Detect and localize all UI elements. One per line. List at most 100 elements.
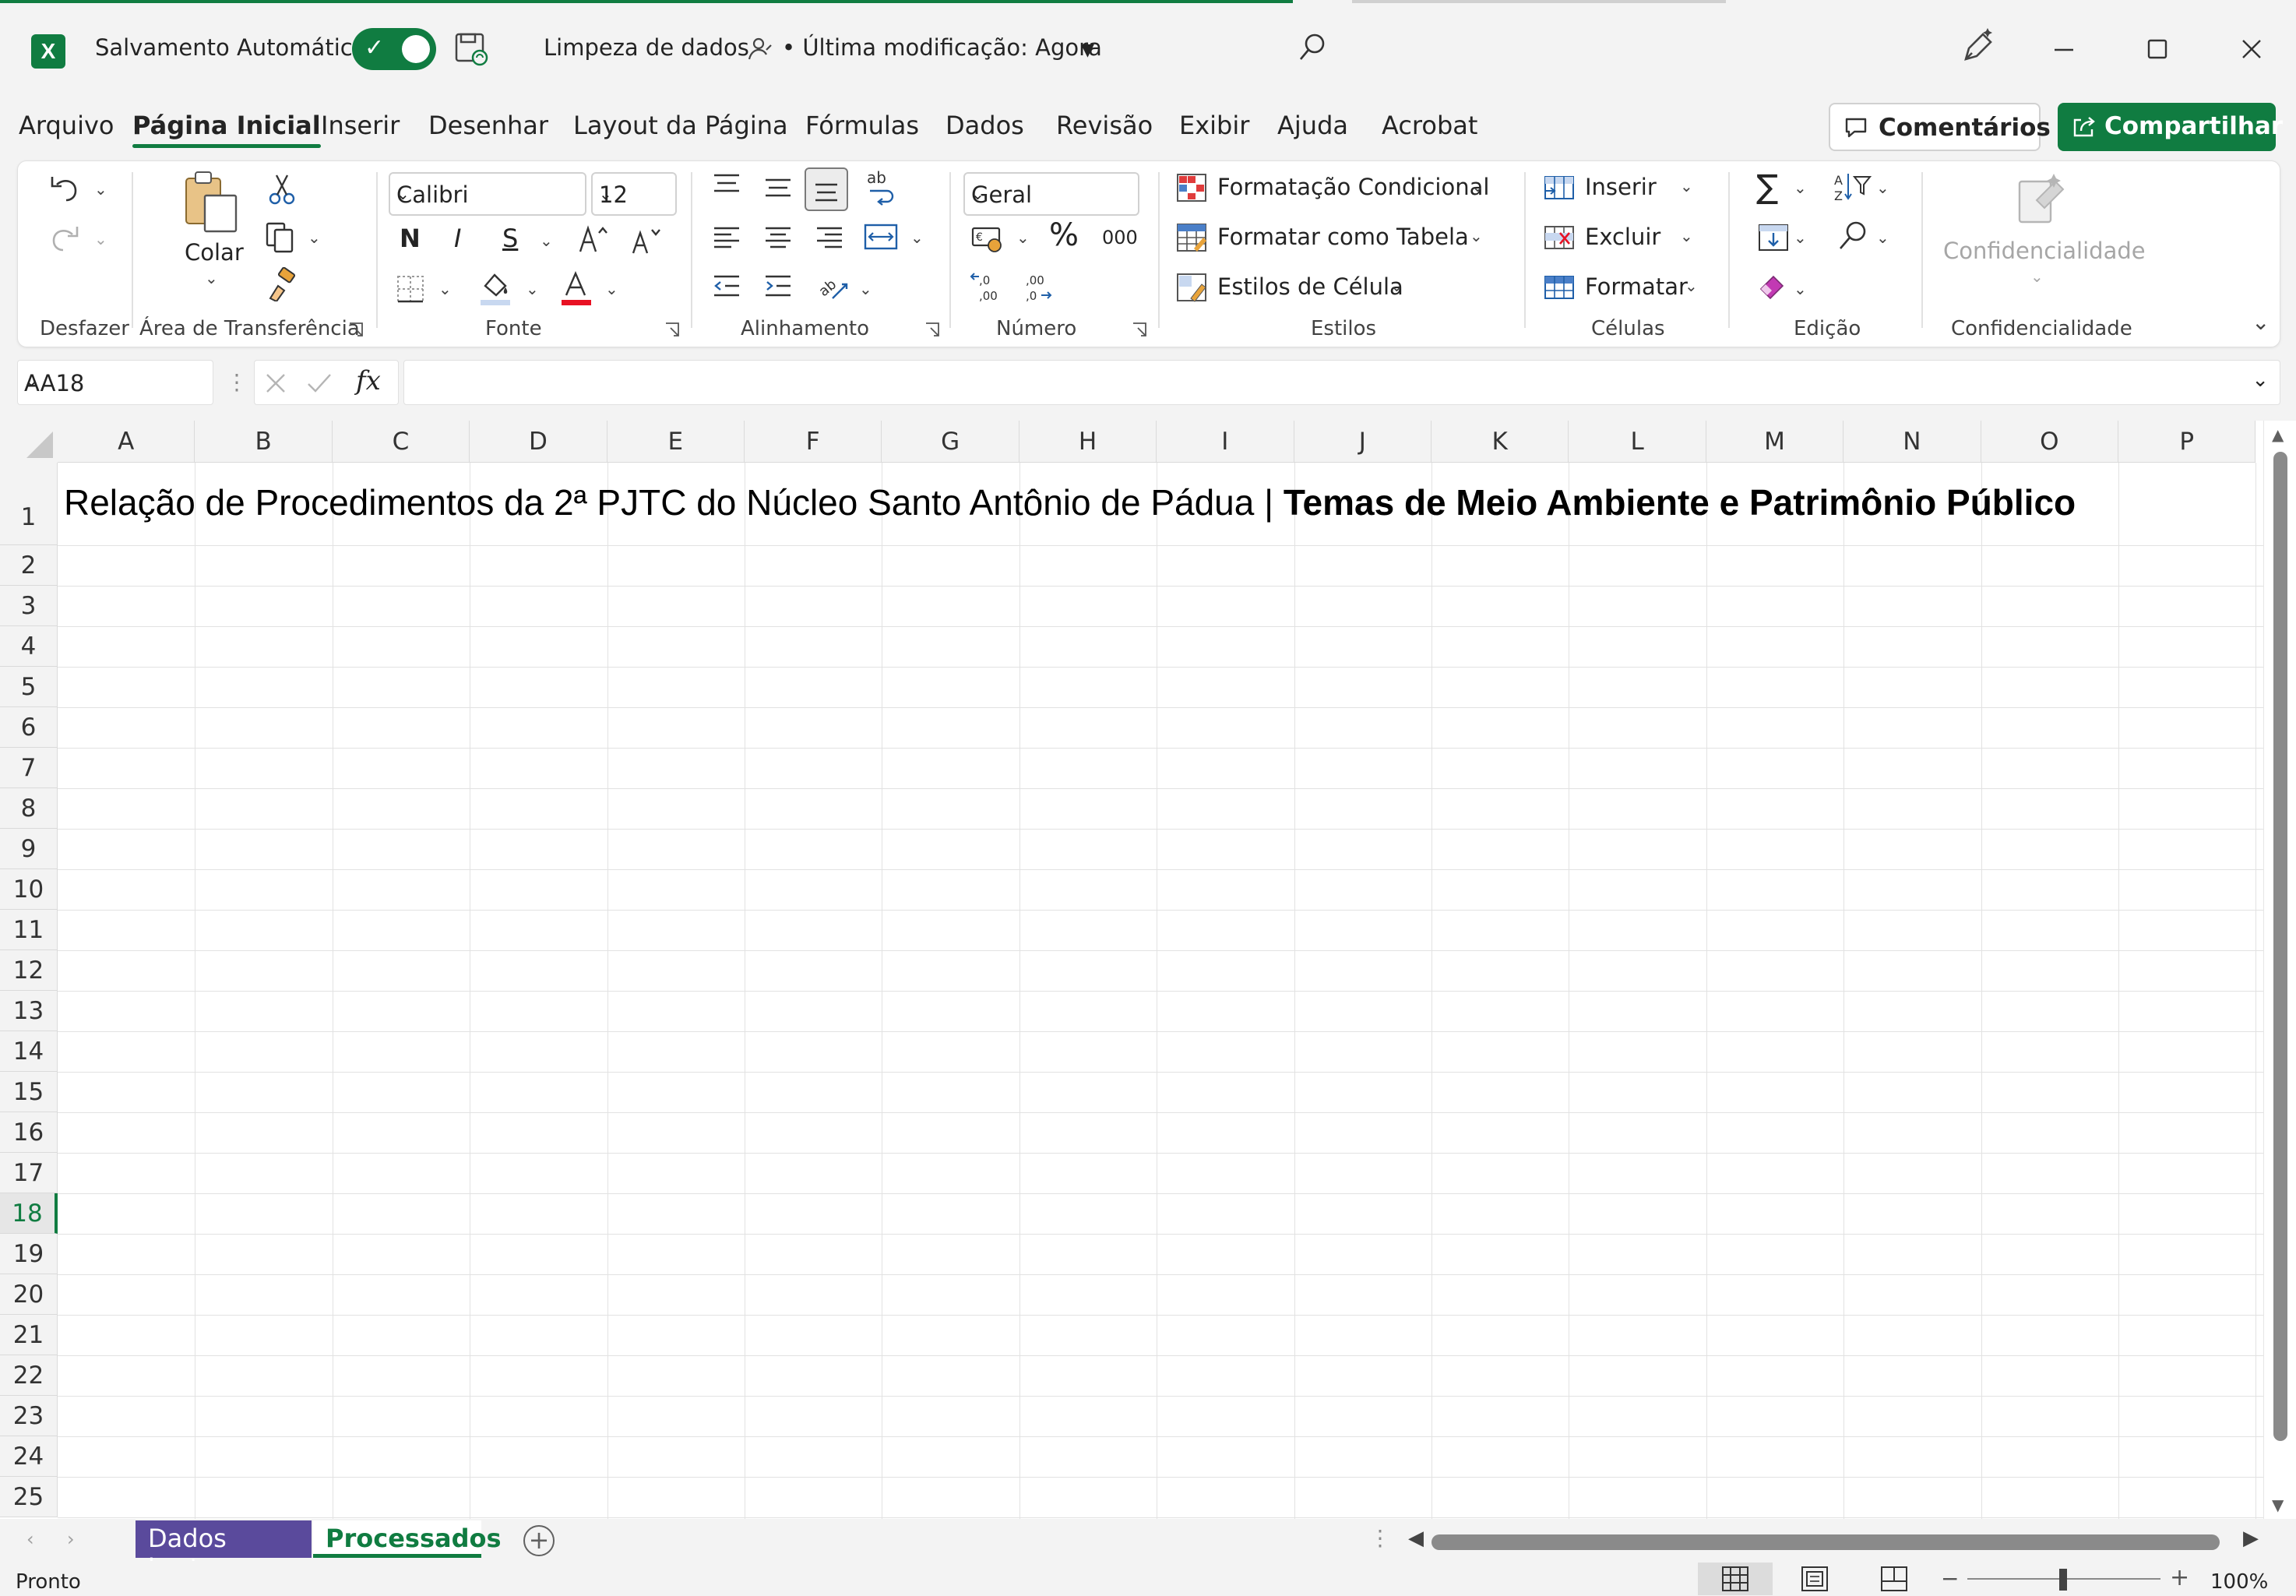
increase-font-size-icon[interactable] <box>577 222 611 256</box>
row-header[interactable]: 5 <box>0 667 58 707</box>
column-header[interactable]: A <box>58 421 195 463</box>
accounting-format-icon[interactable]: € <box>970 224 1007 255</box>
search-icon[interactable] <box>1296 30 1330 64</box>
italic-button[interactable]: I <box>454 224 461 253</box>
conditional-formatting-button[interactable]: Formatação Condicional <box>1217 174 1489 200</box>
decrease-indent-icon[interactable] <box>710 269 744 303</box>
row-header[interactable]: 11 <box>0 910 58 950</box>
column-header[interactable]: I <box>1157 421 1294 463</box>
decrease-decimal-icon[interactable]: ,00 ,0 <box>1018 269 1055 306</box>
column-header[interactable]: B <box>195 421 333 463</box>
tab-exibir[interactable]: Exibir <box>1179 111 1249 140</box>
align-center-icon[interactable] <box>761 220 795 255</box>
row-header[interactable]: 20 <box>0 1274 58 1315</box>
row-header[interactable]: 18 <box>0 1193 58 1234</box>
expand-formula-bar-icon[interactable]: ⌄ <box>2252 368 2269 392</box>
number-format-select[interactable]: Geral ⌄ <box>963 172 1139 216</box>
conditional-formatting-dropdown-icon[interactable]: ⌄ <box>1471 177 1484 196</box>
align-left-icon[interactable] <box>710 220 744 255</box>
name-box[interactable]: AA18 ⌄ <box>17 360 213 405</box>
row-header[interactable]: 4 <box>0 626 58 667</box>
insert-cells-dropdown-icon[interactable]: ⌄ <box>1680 177 1693 196</box>
sort-filter-dropdown-icon[interactable]: ⌄ <box>1876 178 1889 197</box>
fill-color-icon[interactable] <box>477 269 513 306</box>
column-header[interactable]: J <box>1294 421 1431 463</box>
row-header[interactable]: 3 <box>0 586 58 626</box>
column-header[interactable]: E <box>607 421 745 463</box>
caret-down-icon[interactable]: ▼ <box>1081 41 1094 60</box>
row-header[interactable]: 24 <box>0 1436 58 1477</box>
delete-cells-dropdown-icon[interactable]: ⌄ <box>1680 227 1693 245</box>
format-cells-button[interactable]: Formatar <box>1585 273 1688 300</box>
undo-icon[interactable] <box>48 172 82 206</box>
next-sheet-icon[interactable]: › <box>67 1528 75 1550</box>
alignment-dialog-launcher-icon[interactable] <box>924 322 940 337</box>
merge-dropdown-icon[interactable]: ⌄ <box>910 228 924 247</box>
increase-decimal-icon[interactable]: ,0 ,00 <box>968 269 1005 306</box>
column-header[interactable]: L <box>1569 421 1706 463</box>
vertical-scroll-thumb[interactable] <box>2273 452 2287 1441</box>
find-select-icon[interactable] <box>1836 219 1870 253</box>
format-painter-icon[interactable] <box>264 267 298 301</box>
formula-input[interactable]: ⌄ <box>403 360 2280 405</box>
tab-desenhar[interactable]: Desenhar <box>428 111 548 140</box>
column-header[interactable]: M <box>1706 421 1844 463</box>
row-header[interactable]: 25 <box>0 1477 58 1517</box>
wrap-text-icon[interactable]: ab <box>864 167 900 206</box>
copy-dropdown-icon[interactable]: ⌄ <box>308 228 321 247</box>
delete-cells-button[interactable]: Excluir <box>1585 224 1660 250</box>
orientation-dropdown-icon[interactable]: ⌄ <box>859 280 872 298</box>
autosave-toggle[interactable]: ✓ <box>352 28 436 70</box>
row-header[interactable]: 12 <box>0 950 58 991</box>
find-select-dropdown-icon[interactable]: ⌄ <box>1876 228 1889 247</box>
row-header[interactable]: 10 <box>0 869 58 910</box>
format-as-table-icon[interactable] <box>1175 222 1208 253</box>
column-header[interactable]: F <box>745 421 882 463</box>
normal-view-button[interactable] <box>1698 1563 1773 1595</box>
tab-pagina-inicial[interactable]: Página Inicial <box>132 111 321 148</box>
paste-dropdown-icon[interactable]: ⌄ <box>205 269 218 287</box>
paste-label[interactable]: Colar <box>185 239 244 266</box>
sort-filter-icon[interactable]: A Z <box>1833 171 1872 205</box>
scroll-up-icon[interactable]: ▲ <box>2272 425 2284 444</box>
row-header[interactable]: 14 <box>0 1031 58 1072</box>
number-dialog-launcher-icon[interactable] <box>1132 322 1147 337</box>
font-size-select[interactable]: 12 ⌄ <box>591 172 677 216</box>
row-header[interactable]: 17 <box>0 1153 58 1193</box>
close-icon[interactable] <box>2227 23 2274 70</box>
column-header[interactable]: C <box>332 421 470 463</box>
prev-sheet-icon[interactable]: ‹ <box>26 1528 34 1550</box>
undo-dropdown-icon[interactable]: ⌄ <box>94 180 107 199</box>
align-middle-icon[interactable] <box>761 171 795 205</box>
font-name-select[interactable]: Calibri ⌄ <box>389 172 586 216</box>
paste-clipboard-icon[interactable] <box>181 169 241 236</box>
worksheet-grid[interactable]: ABCDEFGHIJKLMNOP 1 2 3 4 5 6 7 8 9 10 11 12 13 14 15 16… <box>0 421 2296 1519</box>
format-as-table-dropdown-icon[interactable]: ⌄ <box>1470 227 1483 245</box>
save-sync-icon[interactable] <box>453 31 489 67</box>
delete-cells-icon[interactable] <box>1543 222 1576 253</box>
horizontal-scrollbar[interactable]: ◀ ▶ <box>1408 1527 2265 1550</box>
bold-button[interactable]: N <box>400 224 421 253</box>
column-header[interactable]: D <box>470 421 607 463</box>
share-button[interactable]: Compartilhar <box>2058 103 2283 151</box>
tab-revisao[interactable]: Revisão <box>1056 111 1153 140</box>
column-header[interactable]: P <box>2118 421 2256 463</box>
scroll-right-icon[interactable]: ▶ <box>2243 1527 2259 1550</box>
row-header[interactable]: 6 <box>0 707 58 748</box>
cut-scissors-icon[interactable] <box>267 172 297 206</box>
text-orientation-icon[interactable]: ab <box>815 269 853 303</box>
column-header[interactable]: O <box>1981 421 2118 463</box>
row-header[interactable]: 8 <box>0 788 58 829</box>
horizontal-scroll-thumb[interactable] <box>1431 1534 2220 1550</box>
zoom-out-icon[interactable]: − <box>1941 1566 1959 1591</box>
row-header[interactable]: 21 <box>0 1315 58 1355</box>
sheet-tab-dados-brutos[interactable]: Dados brutos <box>136 1520 312 1583</box>
align-bottom-button[interactable] <box>805 167 848 211</box>
zoom-in-icon[interactable]: + <box>2170 1564 2189 1591</box>
row-header[interactable]: 2 <box>0 545 58 586</box>
column-header[interactable]: N <box>1843 421 1981 463</box>
clear-eraser-icon[interactable] <box>1756 270 1791 301</box>
tab-inserir[interactable]: Inserir <box>321 111 400 140</box>
minimize-icon[interactable] <box>2041 23 2087 70</box>
row-header[interactable]: 13 <box>0 991 58 1031</box>
